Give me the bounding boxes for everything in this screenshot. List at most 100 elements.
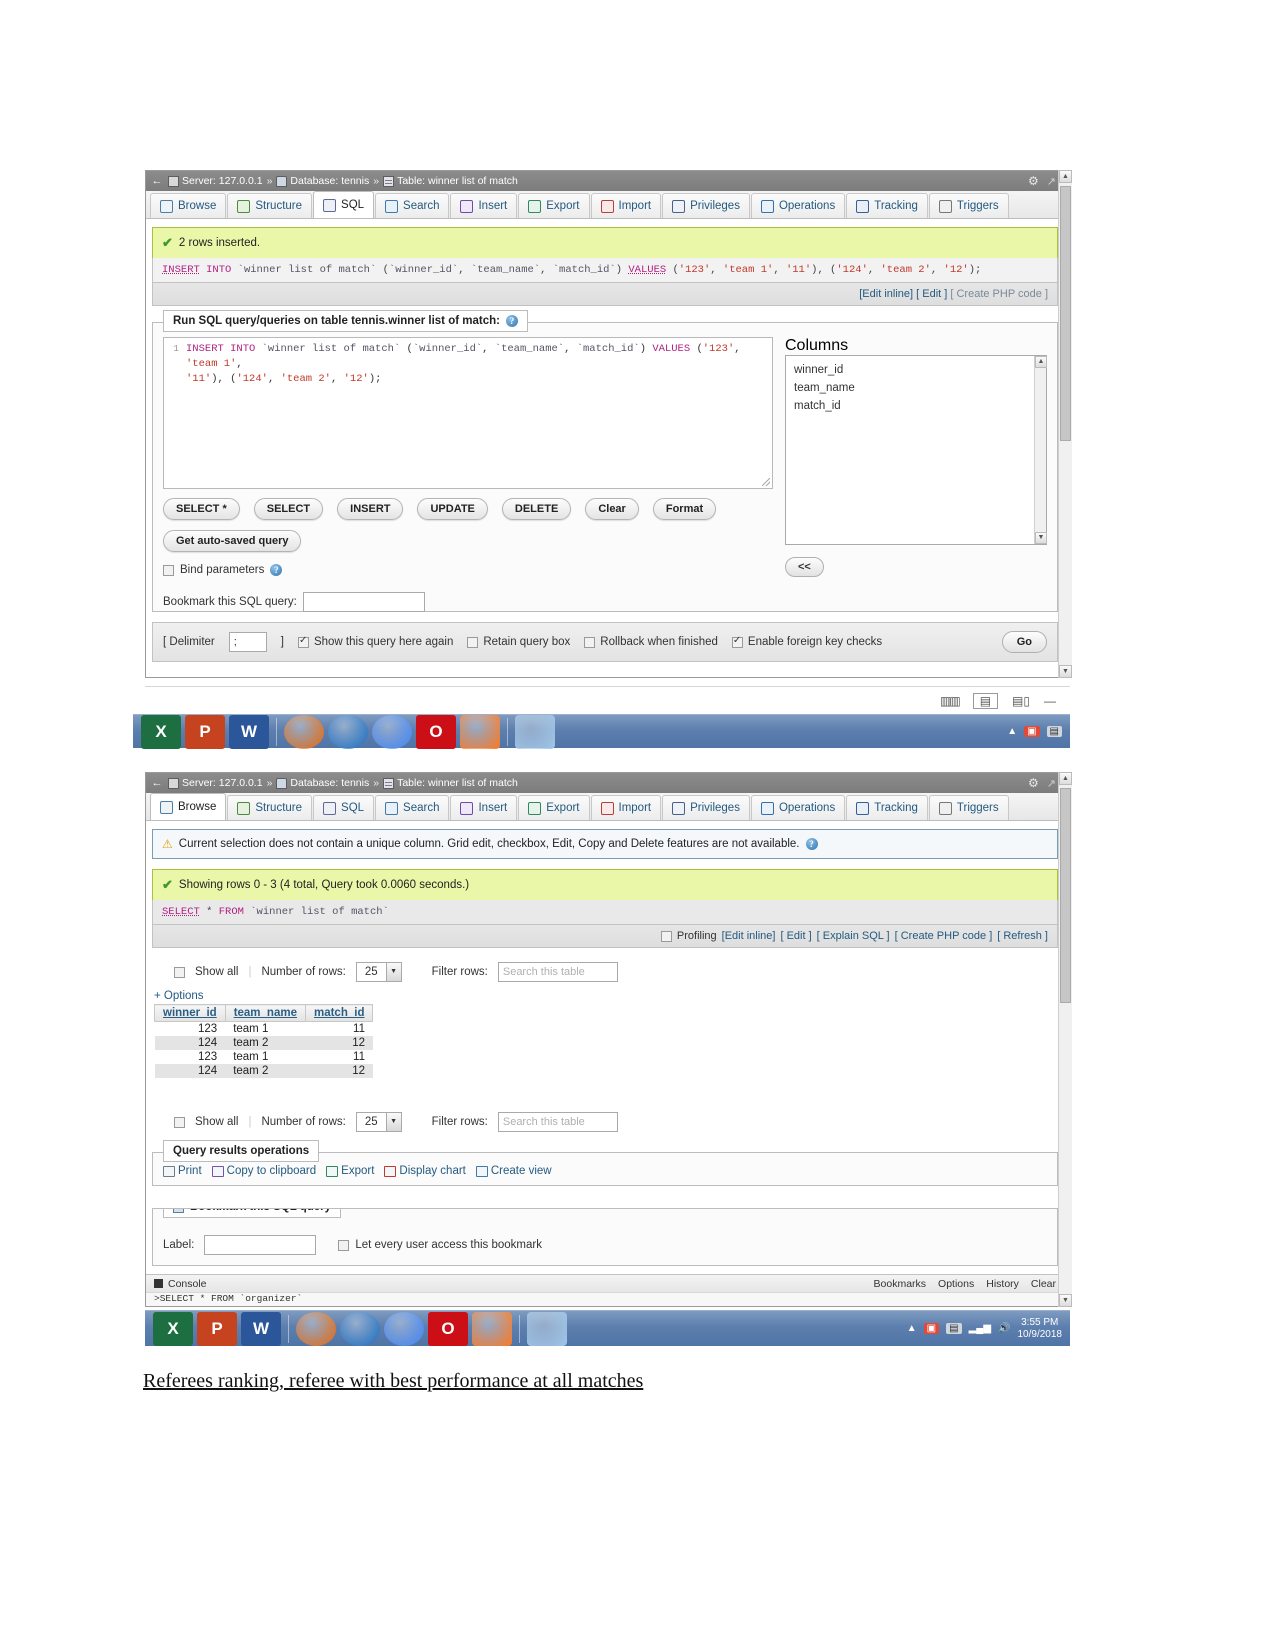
back-arrow-icon[interactable]: ← [150,776,164,790]
console-bar[interactable]: Console Bookmarks Options History Clear [146,1274,1064,1292]
sql-template-button-format[interactable]: Format [652,498,717,520]
help-icon[interactable]: ? [505,315,518,327]
server-label[interactable]: Server: 127.0.0.1 [182,777,263,789]
chevron-down-icon[interactable]: ▼ [385,1113,401,1131]
tab-browse[interactable]: Browse [150,193,227,218]
table-label[interactable]: Table: winner list of match [397,175,518,187]
columns-collapse-button[interactable]: << [785,557,824,577]
rollback-checkbox[interactable] [584,636,596,648]
tab-structure[interactable]: Structure [227,193,313,218]
sql-template-button-insert[interactable]: INSERT [337,498,404,520]
retain-query-box-row[interactable]: Retain query box [467,636,570,648]
scroll-thumb[interactable] [1060,788,1071,1003]
signal-icon[interactable]: ▂▄▆ [969,1323,991,1334]
scroll-up-arrow[interactable]: ▲ [1035,356,1047,368]
security-icon[interactable]: ▤ [1046,726,1062,737]
tab-import[interactable]: Import [590,193,662,218]
help-icon[interactable]: ? [805,838,818,850]
taskbar-excel-icon[interactable]: X [141,714,181,749]
table-row[interactable]: 123 team 1 11 [154,1050,373,1064]
tab-structure[interactable]: Structure [227,795,313,820]
page-icon[interactable]: ▤ [972,692,999,709]
tab-import[interactable]: Import [590,795,662,820]
edit-inline-link[interactable]: [Edit inline] [859,288,913,300]
edit-inline-link[interactable]: [Edit inline] [722,930,776,942]
network-icon[interactable]: ▣ [923,1323,940,1334]
tab-triggers[interactable]: Triggers [928,193,1009,218]
scroll-up-arrow[interactable]: ▲ [1059,170,1072,183]
tab-operations[interactable]: Operations [750,795,846,820]
tab-operations[interactable]: Operations [750,193,846,218]
back-arrow-icon[interactable]: ← [150,174,164,188]
results-op-print[interactable]: Print [163,1165,202,1177]
number-of-rows-select-bottom[interactable]: 25 ▼ [355,1112,402,1132]
options-toggle[interactable]: + Options [146,982,1064,1002]
help-icon[interactable]: ? [270,564,283,576]
refresh-link[interactable]: [ Refresh ] [997,930,1048,942]
get-auto-saved-query-button[interactable]: Get auto-saved query [163,530,302,552]
sql-template-button-update[interactable]: UPDATE [417,498,488,520]
create-php-link[interactable]: [ Create PHP code ] [950,288,1048,300]
expand-icon[interactable]: ↗ [1047,777,1056,790]
column-header-team_name[interactable]: team_name [224,1004,306,1022]
foreign-keys-row[interactable]: Enable foreign key checks [731,635,882,648]
console-history-link[interactable]: History [986,1278,1019,1290]
volume-icon[interactable]: 🔊 [998,1323,1010,1334]
show-hidden-icon[interactable]: ▲ [907,1323,917,1334]
tab-export[interactable]: Export [518,193,590,218]
taskbar-excel-icon[interactable]: X [153,1311,193,1346]
console-prompt[interactable]: >SELECT * FROM `organizer` [146,1292,1064,1306]
tab-triggers[interactable]: Triggers [928,795,1009,820]
go-button[interactable]: Go [1001,631,1047,653]
allow-all-users-row[interactable]: Let every user access this bookmark [338,1239,542,1251]
tab-insert[interactable]: Insert [450,795,518,820]
results-op-export[interactable]: Export [326,1165,374,1177]
tab-tracking[interactable]: Tracking [846,795,928,820]
tab-search[interactable]: Search [375,795,450,820]
columns-list[interactable]: winner_id team_name match_id ▲ ▼ [785,355,1047,545]
console-clear-link[interactable]: Clear [1031,1278,1056,1290]
table-row[interactable]: 123 team 1 11 [154,1021,373,1036]
delimiter-input[interactable]: ; [228,632,267,652]
results-op-create-view[interactable]: Create view [475,1165,552,1177]
console-options-link[interactable]: Options [938,1278,974,1290]
tab-export[interactable]: Export [518,795,590,820]
window-scrollbar[interactable]: ▲ ▼ [1058,772,1072,1307]
tab-privileges[interactable]: Privileges [662,193,750,218]
security-icon[interactable]: ▤ [946,1323,962,1334]
edit-link[interactable]: [ Edit ] [780,930,811,942]
scroll-down-arrow[interactable]: ▼ [1035,532,1047,544]
sql-template-button-delete[interactable]: DELETE [501,498,572,520]
table-row[interactable]: 124 team 2 12 [154,1036,373,1050]
taskbar-photos-icon[interactable] [515,714,555,749]
results-op-copy-to-clipboard[interactable]: Copy to clipboard [211,1165,316,1177]
tab-browse[interactable]: Browse [150,793,227,820]
foreign-keys-checkbox[interactable] [731,635,743,648]
results-op-display-chart[interactable]: Display chart [384,1165,466,1177]
taskbar-word-icon[interactable]: W [241,1311,281,1346]
explain-sql-link[interactable]: [ Explain SQL ] [817,930,890,942]
column-header-match_id[interactable]: match_id [304,1004,374,1022]
sql-template-button-select[interactable]: SELECT [253,498,324,520]
column-list-item[interactable]: winner_id [794,362,1038,380]
bookmark-input[interactable] [302,592,425,612]
show-all-checkbox-bottom[interactable] [174,1116,185,1128]
console-bookmarks-link[interactable]: Bookmarks [874,1278,927,1290]
column-list-item[interactable]: match_id [794,398,1038,416]
table-label[interactable]: Table: winner list of match [397,777,518,789]
editor-resize-grip[interactable] [762,478,770,486]
gear-icon[interactable]: ⚙ [1028,776,1039,790]
profiling-checkbox[interactable] [660,930,672,942]
show-all-checkbox-top[interactable] [174,966,185,978]
taskbar-thunderbird-icon[interactable] [340,1311,380,1346]
scroll-thumb[interactable] [1060,186,1071,441]
taskbar-xampp-icon[interactable] [460,714,500,749]
taskbar-powerpoint-icon[interactable]: P [185,714,225,749]
taskbar-word-icon[interactable]: W [229,714,269,749]
network-icon[interactable]: ▣ [1024,726,1040,737]
tab-search[interactable]: Search [375,193,450,218]
scroll-up-arrow[interactable]: ▲ [1059,772,1072,785]
filter-rows-input-top[interactable]: Search this table [497,962,618,982]
create-php-link[interactable]: [ Create PHP code ] [895,930,993,942]
retain-query-box-checkbox[interactable] [467,636,479,648]
